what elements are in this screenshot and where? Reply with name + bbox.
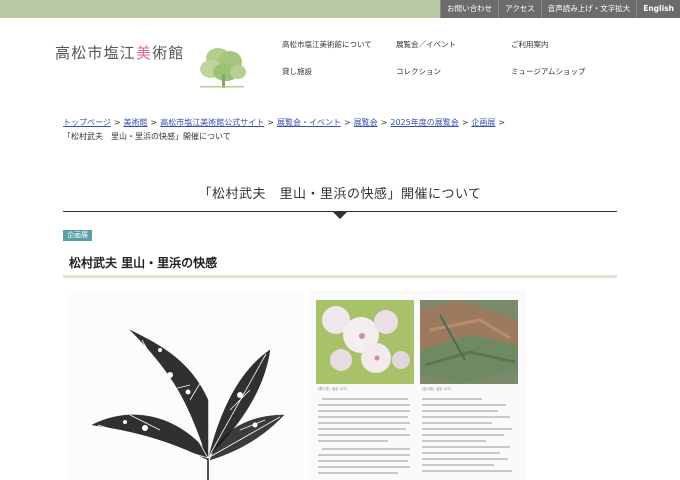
leaflet-back: 《里の花》油彩 2023 《岩の肌》油彩 2023 <box>308 290 526 480</box>
access-link[interactable]: アクセス <box>498 0 541 18</box>
exhibition-leaflet-image: 《里の花》油彩 2023 《岩の肌》油彩 2023 <box>70 290 526 480</box>
section-divider <box>63 275 617 278</box>
tree-logo-icon <box>200 48 246 88</box>
rock-painting-icon <box>420 300 518 384</box>
leaf-print-icon <box>91 329 285 480</box>
site-logo[interactable]: 高松市塩江美術館 <box>55 42 185 63</box>
accessibility-link[interactable]: 音声読み上げ・文字拡大 <box>540 0 637 18</box>
breadcrumb: トップページ > 美術館 > 高松市塩江美術館公式サイト > 展覧会・イベント > 展覧会 >20… <box>63 118 506 141</box>
category-tag: 企画展 <box>63 230 92 241</box>
global-nav: 高松市塩江美術館について 展覧会／イベント ご利用案内 貸し施設 コレクション … <box>282 39 612 79</box>
nav-rental[interactable]: 貸し施設 <box>282 66 312 77</box>
breadcrumb-current: 「松村武夫 里山・里浜の快感」開催について <box>63 132 231 141</box>
logo-text-accent: 美 <box>136 44 153 62</box>
breadcrumb-special[interactable]: 企画展 <box>471 118 495 127</box>
page-title: 「松村武夫 里山・里浜の快感」開催について <box>198 187 482 202</box>
title-arrow-icon <box>332 211 348 219</box>
nav-about[interactable]: 高松市塩江美術館について <box>282 39 372 50</box>
contact-link[interactable]: お問い合わせ <box>440 0 499 18</box>
nav-guide[interactable]: ご利用案内 <box>511 39 549 50</box>
artwork-caption-2: 《岩の肌》油彩 2023 <box>420 387 452 391</box>
leaflet-front <box>70 290 304 480</box>
nav-collection[interactable]: コレクション <box>396 66 441 77</box>
breadcrumb-exhibitions-events[interactable]: 展覧会・イベント <box>277 118 341 127</box>
breadcrumb-exhibitions[interactable]: 展覧会 <box>354 118 378 127</box>
utility-nav: お問い合わせ アクセス 音声読み上げ・文字拡大 English <box>440 0 680 18</box>
breadcrumb-top[interactable]: トップページ <box>63 118 111 127</box>
breadcrumb-2025[interactable]: 2025年度の展覧会 <box>390 118 458 127</box>
logo-text-post: 術館 <box>152 44 185 62</box>
section-heading: 松村武夫 里山・里浜の快感 <box>69 256 218 270</box>
nav-shop[interactable]: ミュージアムショップ <box>511 66 585 77</box>
flower-painting-icon <box>316 300 414 384</box>
logo-text-pre: 高松市塩江 <box>55 44 137 62</box>
breadcrumb-official-site[interactable]: 高松市塩江美術館公式サイト <box>160 118 264 127</box>
breadcrumb-museum[interactable]: 美術館 <box>124 118 148 127</box>
english-link[interactable]: English <box>636 0 680 18</box>
nav-exhibitions[interactable]: 展覧会／イベント <box>396 39 456 50</box>
artwork-caption-1: 《里の花》油彩 2023 <box>316 387 348 391</box>
